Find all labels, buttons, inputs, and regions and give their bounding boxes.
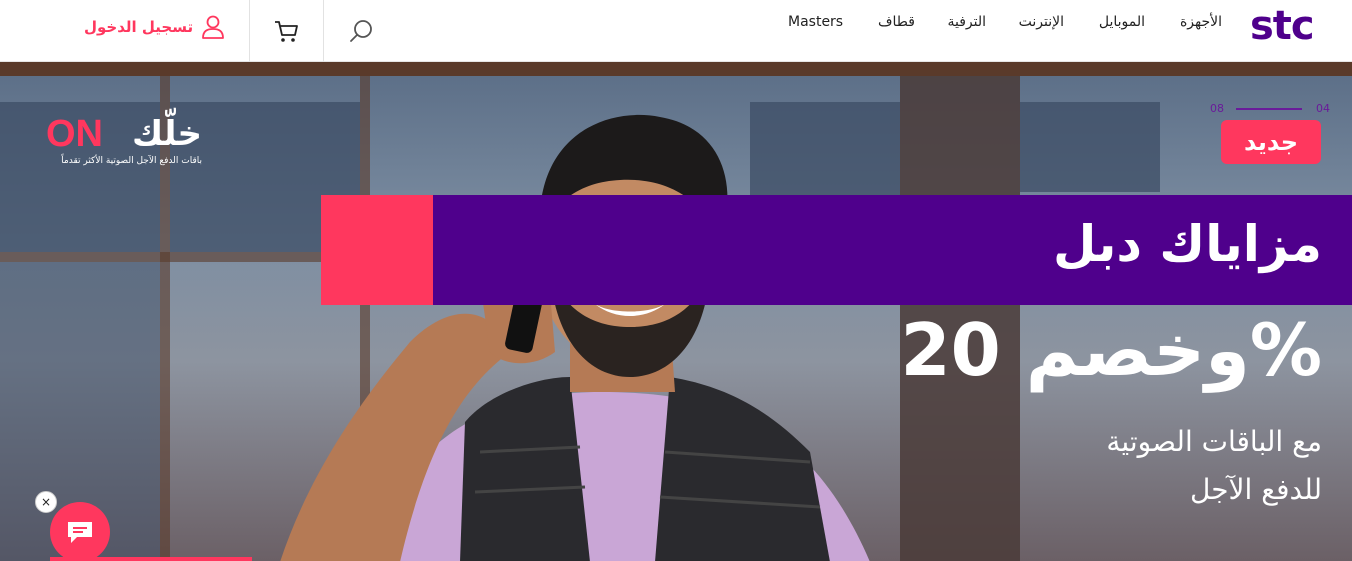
- login-label: تسجيل الدخول: [84, 18, 194, 36]
- headline-double-benefits: مزاياك دبل: [1052, 215, 1322, 273]
- new-badge: جديد: [1221, 120, 1321, 164]
- nav-entertainment[interactable]: الترفية: [947, 14, 986, 38]
- khallik-on-brand: ON خلّك باقات الدفع الآجل الصوتية الأكثر…: [46, 114, 206, 174]
- background-beam: [0, 62, 1352, 76]
- stc-logo[interactable]: stc: [1250, 6, 1315, 46]
- bottom-accent-bar: [50, 557, 252, 561]
- cart-button[interactable]: [249, 0, 323, 62]
- search-button[interactable]: [323, 0, 399, 62]
- brand-word: خلّك: [131, 114, 202, 154]
- pager-current: 04: [1316, 102, 1330, 115]
- nav-masters[interactable]: Masters: [788, 14, 843, 38]
- man-on-phone-photo: [280, 114, 870, 561]
- nav-internet[interactable]: الإنترنت: [1019, 14, 1064, 38]
- hero-banner[interactable]: ON خلّك باقات الدفع الآجل الصوتية الأكثر…: [0, 62, 1352, 561]
- accent-block: [321, 195, 433, 305]
- chat-bubble-icon: [68, 522, 92, 543]
- slide-pager[interactable]: 08 04: [1210, 102, 1330, 116]
- login-button[interactable]: تسجيل الدخول: [84, 14, 225, 40]
- chat-close-button[interactable]: ×: [35, 491, 57, 513]
- headline-discount: وخصم 20%: [900, 308, 1322, 392]
- background-window: [1020, 102, 1160, 192]
- nav-mobile[interactable]: الموبايل: [1099, 14, 1145, 38]
- brand-on: ON: [46, 113, 103, 155]
- search-icon: [350, 20, 372, 42]
- pager-total: 08: [1210, 102, 1224, 115]
- subheadline-line-2: للدفع الآجل: [1190, 473, 1322, 506]
- nav-qitaf[interactable]: قطاف: [878, 14, 915, 38]
- user-icon: [202, 15, 225, 39]
- pager-track: [1236, 108, 1302, 110]
- subheadline-line-1: مع الباقات الصوتية: [1106, 425, 1322, 458]
- chat-button[interactable]: [50, 502, 110, 561]
- nav-devices[interactable]: الأجهزة: [1180, 14, 1222, 38]
- brand-tagline: باقات الدفع الآجل الصوتية الأكثر تقدماً: [61, 156, 202, 166]
- top-header: stc الأجهزة الموبايل الإنترنت الترفية قط…: [0, 0, 1352, 62]
- cart-icon: [275, 21, 298, 42]
